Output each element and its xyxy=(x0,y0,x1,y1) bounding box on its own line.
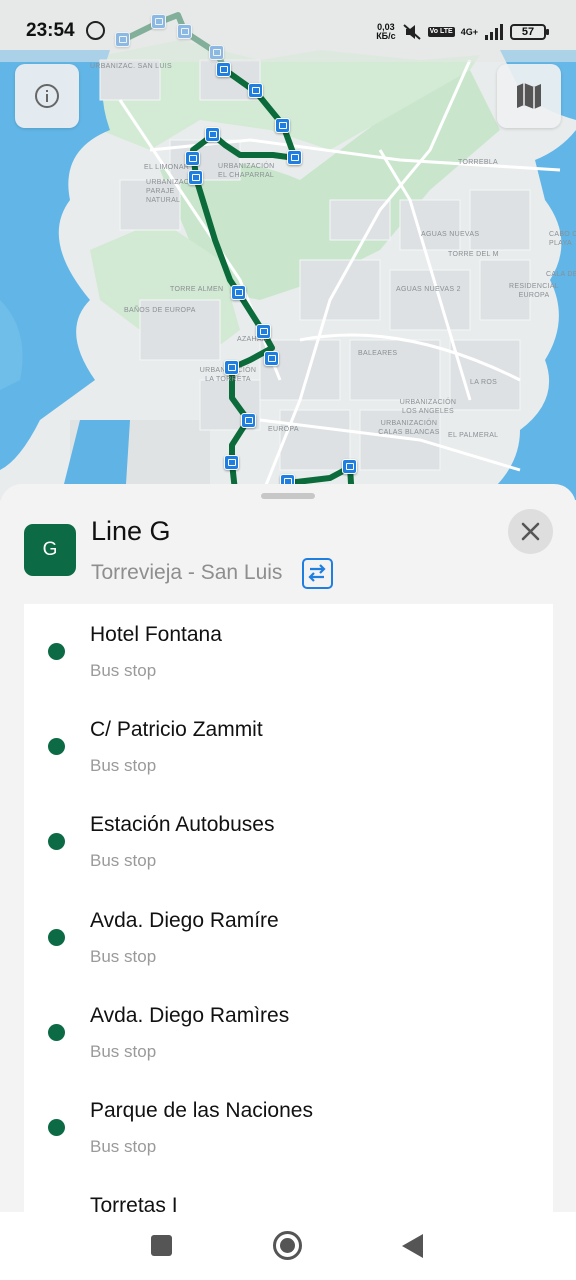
map-label: BALEARES xyxy=(358,350,398,357)
list-item[interactable]: Hotel Fontana Bus stop xyxy=(24,604,553,699)
bus-stop-pin[interactable] xyxy=(256,324,271,339)
info-icon xyxy=(35,84,59,108)
map-label: URBANIZACIÓN EL CHAPARRAL xyxy=(218,163,275,179)
bus-stop-pin[interactable] xyxy=(241,413,256,428)
stop-name: Hotel Fontana xyxy=(90,623,222,646)
system-nav-bar xyxy=(0,1212,576,1280)
list-item[interactable]: Avda. Diego Ramìres Bus stop xyxy=(24,985,553,1080)
stop-name: Avda. Diego Ramìres xyxy=(90,1004,290,1027)
bus-stop-pin[interactable] xyxy=(224,360,239,375)
route-map[interactable]: URBANIZAC. SAN LUIS EL LIMONAR URBANIZAC… xyxy=(0,0,576,500)
map-layers-button[interactable] xyxy=(497,64,561,128)
bus-stop-pin[interactable] xyxy=(342,459,357,474)
list-item[interactable]: Parque de las Naciones Bus stop xyxy=(24,1080,553,1175)
line-badge: G xyxy=(24,524,76,576)
info-button[interactable] xyxy=(15,64,79,128)
bus-stop-pin[interactable] xyxy=(275,118,290,133)
mute-icon xyxy=(402,23,422,41)
map-label: BAÑOS DE EUROPA xyxy=(124,307,196,314)
map-label: URBANIZACIÓN CALAS BLANCAS xyxy=(378,420,440,436)
map-label: AGUAS NUEVAS 2 xyxy=(396,286,461,293)
swap-direction-icon xyxy=(308,564,326,582)
map-label: EL PALMERAL xyxy=(448,432,499,439)
status-time: 23:54 xyxy=(26,20,75,41)
back-button[interactable] xyxy=(402,1234,423,1258)
stop-type: Bus stop xyxy=(90,1137,157,1156)
stop-name: Estación Autobuses xyxy=(90,813,275,836)
stop-type: Bus stop xyxy=(90,851,157,870)
close-button[interactable] xyxy=(508,509,553,554)
signal-icon xyxy=(484,23,504,41)
line-title: Line G xyxy=(91,516,171,546)
list-item[interactable]: C/ Patricio Zammit Bus stop xyxy=(24,699,553,794)
stop-dot xyxy=(48,1024,65,1041)
stop-dot xyxy=(48,929,65,946)
home-button[interactable] xyxy=(273,1231,302,1260)
map-label: TORREBLA xyxy=(458,159,499,166)
swap-direction-button[interactable] xyxy=(302,558,333,589)
stop-name: C/ Patricio Zammit xyxy=(90,718,263,741)
map-label: EUROPA xyxy=(268,426,299,433)
bus-stop-pin[interactable] xyxy=(188,170,203,185)
map-label: EL LIMONAR xyxy=(144,164,190,171)
list-item[interactable]: Avda. Diego Ramíre Bus stop xyxy=(24,890,553,985)
bus-stop-pin[interactable] xyxy=(287,150,302,165)
network-type: 4G+ xyxy=(460,26,478,37)
viber-icon xyxy=(86,21,105,40)
stop-dot xyxy=(48,1119,65,1136)
list-item[interactable]: Estación Autobuses Bus stop xyxy=(24,794,553,889)
recents-button[interactable] xyxy=(151,1235,172,1256)
network-speed-unit: КБ/с xyxy=(376,31,396,41)
map-label: TORRE DEL M xyxy=(448,251,499,258)
volte-icon: Vo LTE xyxy=(427,27,455,37)
bus-stop-pin[interactable] xyxy=(216,62,231,77)
stop-type: Bus stop xyxy=(90,947,157,966)
line-route: Torrevieja - San Luis xyxy=(91,561,283,584)
map-label: RESIDENCIAL EUROPA xyxy=(509,283,559,299)
close-icon xyxy=(521,522,540,541)
map-icon xyxy=(517,83,541,109)
map-label: AGUAS NUEVAS xyxy=(421,231,480,238)
map-label: CABO C PLAYA xyxy=(549,231,576,247)
sheet-drag-handle[interactable] xyxy=(261,493,315,499)
bus-stop-pin[interactable] xyxy=(224,455,239,470)
list-item[interactable]: Torretas I Bus stop xyxy=(24,1175,553,1212)
network-speed: 0,03 КБ/с xyxy=(376,23,395,41)
stop-type: Bus stop xyxy=(90,756,157,775)
battery-icon: 57 xyxy=(510,24,549,40)
stop-type: Bus stop xyxy=(90,661,157,680)
stop-type: Bus stop xyxy=(90,1042,157,1061)
bus-stop-pin[interactable] xyxy=(231,285,246,300)
status-bar: 23:54 0,03 КБ/с Vo LTE 4G+ 57 xyxy=(0,0,576,62)
map-label: URBANIZACIÓN LOS ANGELES xyxy=(399,399,457,415)
stop-name: Torretas I xyxy=(90,1194,178,1212)
bus-stop-pin[interactable] xyxy=(205,127,220,142)
stop-dot xyxy=(48,738,65,755)
map-label: LA ROS xyxy=(470,379,498,386)
bus-stop-pin[interactable] xyxy=(185,151,200,166)
bus-stop-pin[interactable] xyxy=(264,351,279,366)
stop-dot xyxy=(48,833,65,850)
stop-name: Avda. Diego Ramíre xyxy=(90,909,279,932)
map-label: TORRE ALMEN xyxy=(170,286,224,293)
stop-list[interactable]: Hotel Fontana Bus stop C/ Patricio Zammi… xyxy=(24,604,553,1212)
stop-dot xyxy=(48,643,65,660)
stop-name: Parque de las Naciones xyxy=(90,1099,313,1122)
map-label: URBANIZAC. SAN LUIS xyxy=(90,63,172,70)
line-detail-sheet: G Line G Torrevieja - San Luis Hotel Fon… xyxy=(0,484,576,1212)
map-label: CALA DE xyxy=(546,271,576,278)
bus-stop-pin[interactable] xyxy=(248,83,263,98)
